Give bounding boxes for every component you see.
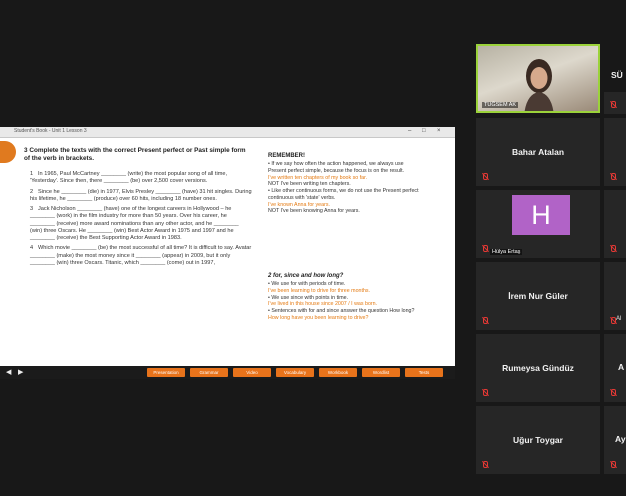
- remember-line: continuous with 'state' verbs.: [268, 194, 336, 201]
- for-since-line: • Sentences with for and since answer th…: [268, 308, 415, 315]
- exercise-item: 3 Jack Nicholson ________ (have) one of t…: [30, 206, 252, 242]
- participant-tile[interactable]: İrem Nur Güler: [476, 262, 600, 330]
- remember-line: NOT I've been writing ten chapters.: [268, 181, 351, 188]
- participant-name-tag: Hülya Ertaş: [490, 249, 523, 255]
- participant-name: Bahar Atalan: [511, 147, 565, 157]
- for-since-example: I've been learning to drive for three mo…: [268, 287, 371, 294]
- participant-name: İrem Nur Güler: [508, 291, 568, 301]
- remember-example: I've known Anna for years.: [268, 201, 330, 208]
- shared-window-title: Student's Book - Unit 1 Lesson 3: [14, 128, 87, 134]
- item-text: Which movie ________ (be) the most succe…: [30, 245, 252, 266]
- toolbar-button-workbook[interactable]: Workbook: [319, 368, 357, 377]
- muted-mic-icon: [482, 389, 488, 397]
- exercise-item: 2 Since he ________ (die) in 1977, Elvis …: [30, 189, 252, 204]
- item-number: 3: [30, 206, 34, 213]
- remember-line: NOT I've been knowing Anna for years.: [268, 208, 360, 215]
- exercise-number-badge: [0, 141, 16, 163]
- exercise-heading: 3 Complete the texts with the correct Pr…: [24, 147, 246, 162]
- muted-mic-icon: [482, 461, 488, 469]
- for-since-line: • We use for with periods of time.: [268, 281, 346, 287]
- participant-tile-partial[interactable]: A: [604, 334, 626, 402]
- exercise-list: 1 In 1965, Paul McCartney ________ (write…: [30, 171, 252, 270]
- toolbar-button-presentation[interactable]: Presentation: [147, 368, 185, 377]
- item-number: 2: [30, 188, 34, 195]
- muted-mic-icon: [610, 389, 616, 397]
- for-since-line: • We use since with points in time.: [268, 294, 349, 301]
- participant-tile[interactable]: Bahar Atalan: [476, 118, 600, 186]
- participant-video-image: [524, 59, 554, 111]
- book-toolbar: ◀ ▶ Presentation Grammar Video Vocabular…: [0, 366, 455, 379]
- item-number: 4: [30, 245, 34, 252]
- item-text: Jack Nicholson ________ (have) one of th…: [30, 206, 239, 242]
- toolbar-button-vocabulary[interactable]: Vocabulary: [276, 368, 314, 377]
- participant-name-tag: TUĞSEM AK: [482, 102, 519, 108]
- remember-title: REMEMBER!: [268, 153, 305, 159]
- participant-tile-partial[interactable]: [604, 118, 626, 186]
- toolbar-button-grammar[interactable]: Grammar: [190, 368, 228, 377]
- previous-page-icon[interactable]: ◀: [6, 368, 11, 376]
- shared-window-titlebar: Student's Book - Unit 1 Lesson 3 – □ ×: [0, 127, 455, 138]
- participant-tile-partial[interactable]: Al: [604, 262, 626, 330]
- participant-tile[interactable]: Rumeysa Gündüz: [476, 334, 600, 402]
- muted-mic-icon: [610, 101, 616, 109]
- for-since-box: 2 for, since and how long? • We use for …: [268, 273, 453, 322]
- participant-name-cut: A: [618, 362, 625, 372]
- muted-mic-icon: [610, 245, 616, 253]
- muted-mic-icon: [482, 245, 488, 253]
- remember-line: • Like other continuous forms, we do not…: [268, 188, 419, 195]
- muted-mic-icon: [482, 317, 488, 325]
- participant-name: Rumeysa Gündüz: [502, 363, 574, 373]
- for-since-example: I've lived in this house since 2007 / I …: [268, 301, 378, 308]
- active-speaker-video[interactable]: TUĞSEM AK: [476, 44, 600, 113]
- muted-mic-icon: [610, 173, 616, 181]
- participant-tile-partial[interactable]: [604, 190, 626, 258]
- participant-name-cut: Al: [616, 316, 622, 322]
- participant-tile[interactable]: Uğur Toygar: [476, 406, 600, 474]
- item-text: Since he ________ (die) in 1977, Elvis P…: [30, 188, 252, 202]
- remember-line: • If we say how often the action happene…: [268, 161, 404, 167]
- item-text: In 1965, Paul McCartney ________ (write)…: [30, 171, 228, 185]
- muted-mic-icon: [482, 173, 488, 181]
- exercise-item: 4 Which movie ________ (be) the most succ…: [30, 245, 252, 267]
- close-icon[interactable]: ×: [437, 128, 441, 134]
- participant-name-cut: Ay: [615, 434, 626, 444]
- participant-tile[interactable]: H Hülya Ertaş: [476, 190, 600, 258]
- remember-line: Present perfect simple, because the focu…: [268, 167, 405, 174]
- participant-tile-partial[interactable]: Ay: [604, 406, 626, 474]
- remember-box: REMEMBER! • If we say how often the acti…: [268, 153, 453, 215]
- for-since-title: 2 for, since and how long?: [268, 273, 344, 279]
- toolbar-button-video[interactable]: Video: [233, 368, 271, 377]
- participant-name-cut: SÜ: [611, 70, 623, 80]
- minimize-icon[interactable]: –: [408, 128, 411, 134]
- muted-mic-icon: [610, 461, 616, 469]
- participant-avatar: H: [512, 195, 570, 235]
- shared-screen: Student's Book - Unit 1 Lesson 3 – □ × 3…: [0, 127, 455, 379]
- maximize-icon[interactable]: □: [422, 128, 426, 134]
- next-page-icon[interactable]: ▶: [18, 368, 23, 376]
- participant-tile-partial[interactable]: [604, 92, 626, 114]
- remember-example: I've written ten chapters of my book so …: [268, 174, 368, 181]
- for-since-example: How long have you been learning to drive…: [268, 314, 369, 321]
- participant-name: Uğur Toygar: [513, 435, 563, 445]
- toolbar-button-wordlist[interactable]: Wordlist: [362, 368, 400, 377]
- exercise-item: 1 In 1965, Paul McCartney ________ (write…: [30, 171, 252, 186]
- toolbar-button-tests[interactable]: Tests: [405, 368, 443, 377]
- item-number: 1: [30, 171, 34, 177]
